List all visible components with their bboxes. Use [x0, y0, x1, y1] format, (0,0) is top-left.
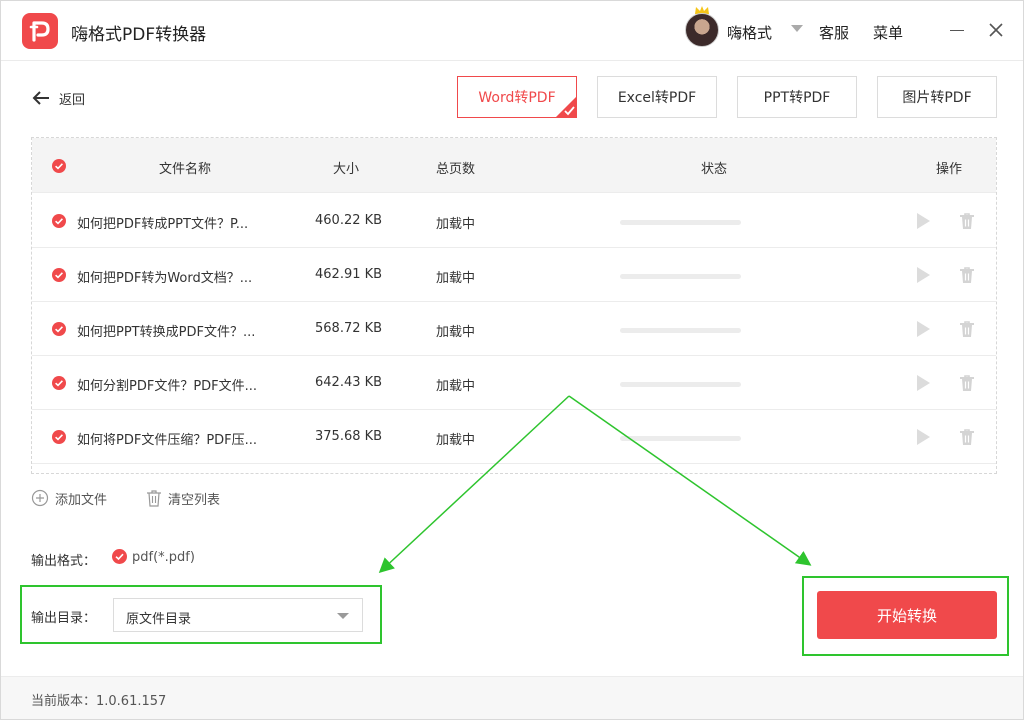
output-dir-value: 原文件目录	[126, 612, 192, 627]
close-icon[interactable]	[987, 21, 1005, 39]
version-text: 当前版本：1.0.61.157	[31, 694, 167, 709]
arrow-left-icon	[32, 91, 49, 105]
trash-icon[interactable]	[958, 211, 976, 231]
title-bar: 嗨格式PDF转换器 嗨格式 客服 菜单	[1, 1, 1023, 61]
table-row[interactable]: 如何把PDF转成PPT文件？P... 460.22 KB 加载中	[32, 194, 996, 248]
file-table: 文件名称 大小 总页数 状态 操作 如何把PDF转成PPT文件？P... 460…	[31, 137, 997, 474]
file-size: 642.43 KB	[315, 375, 383, 390]
file-size: 462.91 KB	[315, 267, 383, 282]
tab-label: PPT转PDF	[763, 90, 831, 106]
play-icon[interactable]	[914, 265, 932, 285]
clear-list-button[interactable]: 清空列表	[146, 488, 220, 508]
output-format-label: 输出格式：	[31, 554, 97, 569]
table-row[interactable]: 如何把PDF转为Word文档？... 462.91 KB 加载中	[32, 248, 996, 302]
row-check-icon[interactable]	[52, 322, 66, 336]
add-file-label: 添加文件	[55, 492, 108, 508]
row-check-icon[interactable]	[52, 214, 66, 228]
tab-ppt-to-pdf[interactable]: PPT转PDF	[737, 76, 857, 118]
clear-list-label: 清空列表	[168, 492, 221, 508]
trash-icon[interactable]	[958, 319, 976, 339]
minimize-icon[interactable]	[950, 30, 964, 31]
table-header: 文件名称 大小 总页数 状态 操作	[32, 138, 996, 193]
trash-icon	[147, 490, 161, 507]
header-size: 大小	[333, 162, 360, 177]
tab-label: Word转PDF	[478, 90, 556, 106]
table-row[interactable]: 如何把PPT转换成PDF文件？... 568.72 KB 加载中	[32, 302, 996, 356]
file-pages: 加载中	[436, 379, 476, 394]
plus-circle-icon	[31, 489, 49, 507]
row-check-icon[interactable]	[52, 268, 66, 282]
file-size: 568.72 KB	[315, 321, 383, 336]
back-button[interactable]: 返回	[31, 87, 85, 109]
file-pages: 加载中	[436, 217, 476, 232]
play-icon[interactable]	[914, 211, 932, 231]
progress-bar	[620, 382, 741, 387]
play-icon[interactable]	[914, 373, 932, 393]
tab-label: Excel转PDF	[617, 90, 697, 106]
trash-icon[interactable]	[958, 265, 976, 285]
tab-image-to-pdf[interactable]: 图片转PDF	[877, 76, 997, 118]
progress-bar	[620, 220, 741, 225]
menu-button[interactable]: 菜单	[873, 22, 903, 43]
tab-word-to-pdf[interactable]: Word转PDF	[457, 76, 577, 118]
file-pages: 加载中	[436, 271, 476, 286]
chevron-down-icon	[337, 613, 349, 619]
app-logo-icon	[22, 13, 58, 49]
avatar[interactable]	[685, 13, 719, 47]
row-check-icon[interactable]	[52, 430, 66, 444]
progress-bar	[620, 436, 741, 441]
header-status: 状态	[701, 162, 728, 177]
play-icon[interactable]	[914, 319, 932, 339]
file-pages: 加载中	[436, 433, 476, 448]
trash-icon[interactable]	[958, 373, 976, 393]
header-name: 文件名称	[159, 162, 212, 177]
file-name: 如何把PDF转成PPT文件？P...	[77, 217, 249, 232]
header-actions: 操作	[936, 162, 963, 177]
output-format-value: pdf(*.pdf)	[132, 550, 195, 565]
file-name: 如何把PPT转换成PDF文件？...	[77, 325, 256, 340]
header-pages: 总页数	[436, 162, 476, 177]
progress-bar	[620, 274, 741, 279]
chevron-down-icon[interactable]	[791, 25, 803, 32]
service-button[interactable]: 客服	[819, 22, 849, 43]
trash-icon[interactable]	[958, 427, 976, 447]
table-row[interactable]: 如何分割PDF文件？PDF文件... 642.43 KB 加载中	[32, 356, 996, 410]
select-all-check-icon[interactable]	[52, 159, 66, 173]
play-icon[interactable]	[914, 427, 932, 447]
app-title: 嗨格式PDF转换器	[71, 25, 207, 45]
add-file-button[interactable]: 添加文件	[31, 488, 107, 508]
progress-bar	[620, 328, 741, 333]
file-size: 375.68 KB	[315, 429, 383, 444]
file-name: 如何把PDF转为Word文档？...	[77, 271, 253, 286]
output-dir-label: 输出目录：	[31, 611, 97, 626]
file-name: 如何将PDF文件压缩？PDF压...	[77, 433, 258, 448]
selected-check-icon	[555, 96, 577, 118]
tab-label: 图片转PDF	[902, 90, 972, 106]
status-bar: 当前版本：1.0.61.157	[1, 676, 1023, 719]
file-name: 如何分割PDF文件？PDF文件...	[77, 379, 258, 394]
file-pages: 加载中	[436, 325, 476, 340]
format-check-icon	[112, 549, 127, 564]
start-convert-button[interactable]: 开始转换	[817, 591, 997, 639]
tab-excel-to-pdf[interactable]: Excel转PDF	[597, 76, 717, 118]
app-window: 嗨格式PDF转换器 嗨格式 客服 菜单 返回 Word转PDF Excel转PD…	[0, 0, 1024, 720]
username[interactable]: 嗨格式	[727, 22, 772, 43]
file-size: 460.22 KB	[315, 213, 383, 228]
back-label: 返回	[59, 92, 86, 108]
row-check-icon[interactable]	[52, 376, 66, 390]
table-row[interactable]: 如何将PDF文件压缩？PDF压... 375.68 KB 加载中	[32, 410, 996, 464]
output-dir-select[interactable]: 原文件目录	[113, 598, 363, 632]
